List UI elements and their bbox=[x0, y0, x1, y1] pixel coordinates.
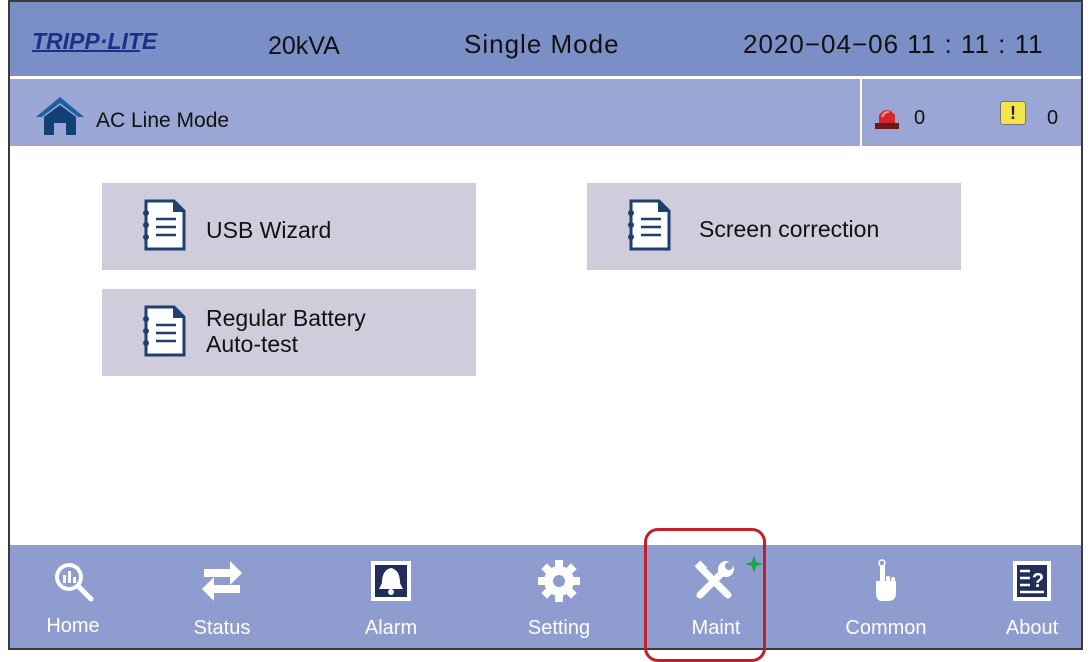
battery-autotest-button[interactable]: Regular Battery Auto-test bbox=[102, 289, 476, 376]
gear-icon bbox=[538, 560, 580, 602]
document-icon bbox=[628, 199, 671, 251]
warning-icon[interactable]: ! bbox=[1000, 101, 1026, 125]
help-document-icon: ? bbox=[1013, 561, 1051, 601]
usb-wizard-button[interactable]: USB Wizard bbox=[102, 183, 476, 270]
document-icon bbox=[143, 199, 186, 251]
plus-icon bbox=[745, 555, 763, 573]
alarm-beacon-icon[interactable] bbox=[872, 103, 902, 131]
top-bar: TRIPP·LITE 20kVA Single Mode 2020−04−06 … bbox=[10, 2, 1081, 76]
nav-maint-label: Maint bbox=[691, 617, 741, 639]
screen-correction-label: Screen correction bbox=[699, 216, 880, 242]
chart-magnifier-icon bbox=[55, 563, 94, 602]
wrench-screwdriver-icon bbox=[694, 560, 734, 599]
screen-correction-button[interactable]: Screen correction bbox=[587, 183, 961, 270]
transfer-arrows-icon bbox=[202, 561, 242, 601]
nav-common[interactable]: Common bbox=[831, 545, 941, 648]
power-rating: 20kVA bbox=[268, 32, 340, 60]
nav-alarm[interactable]: Alarm bbox=[336, 545, 446, 648]
date-time: 2020−04−06 11 : 11 : 11 bbox=[743, 29, 1044, 59]
battery-autotest-label-line2: Auto-test bbox=[206, 331, 299, 357]
nav-maint[interactable]: Maint bbox=[661, 545, 771, 648]
touch-hand-icon bbox=[876, 559, 896, 601]
alarm-count: 0 bbox=[914, 107, 926, 129]
ups-screen: TRIPP·LITE 20kVA Single Mode 2020−04−06 … bbox=[8, 0, 1083, 650]
document-icon bbox=[143, 305, 186, 357]
nav-status[interactable]: Status bbox=[167, 545, 277, 648]
bell-icon bbox=[371, 561, 411, 601]
operation-mode: Single Mode bbox=[464, 29, 620, 59]
nav-setting[interactable]: Setting bbox=[504, 545, 614, 648]
nav-home[interactable]: Home bbox=[18, 545, 128, 648]
usb-wizard-label: USB Wizard bbox=[206, 217, 332, 243]
nav-home-label: Home bbox=[46, 615, 100, 637]
bottom-nav: Home Status Alarm Setting Maint Common ?… bbox=[10, 545, 1081, 648]
status-divider bbox=[860, 79, 862, 149]
home-icon[interactable] bbox=[34, 95, 86, 137]
svg-text:?: ? bbox=[1032, 570, 1044, 592]
nav-about-label: About bbox=[1005, 617, 1059, 639]
warning-count: 0 bbox=[1047, 107, 1059, 129]
nav-status-label: Status bbox=[193, 617, 251, 639]
battery-autotest-label-line1: Regular Battery bbox=[206, 305, 366, 331]
nav-common-label: Common bbox=[845, 617, 927, 639]
nav-about[interactable]: ? About bbox=[977, 545, 1081, 648]
maintenance-menu: USB Wizard Screen correction Regular Bat… bbox=[10, 146, 1081, 546]
nav-setting-label: Setting bbox=[527, 617, 591, 639]
logo-underline bbox=[32, 50, 140, 52]
ups-status-text: AC Line Mode bbox=[96, 109, 230, 132]
status-bar: AC Line Mode 0 ! 0 bbox=[10, 76, 1081, 149]
nav-alarm-label: Alarm bbox=[364, 617, 418, 639]
